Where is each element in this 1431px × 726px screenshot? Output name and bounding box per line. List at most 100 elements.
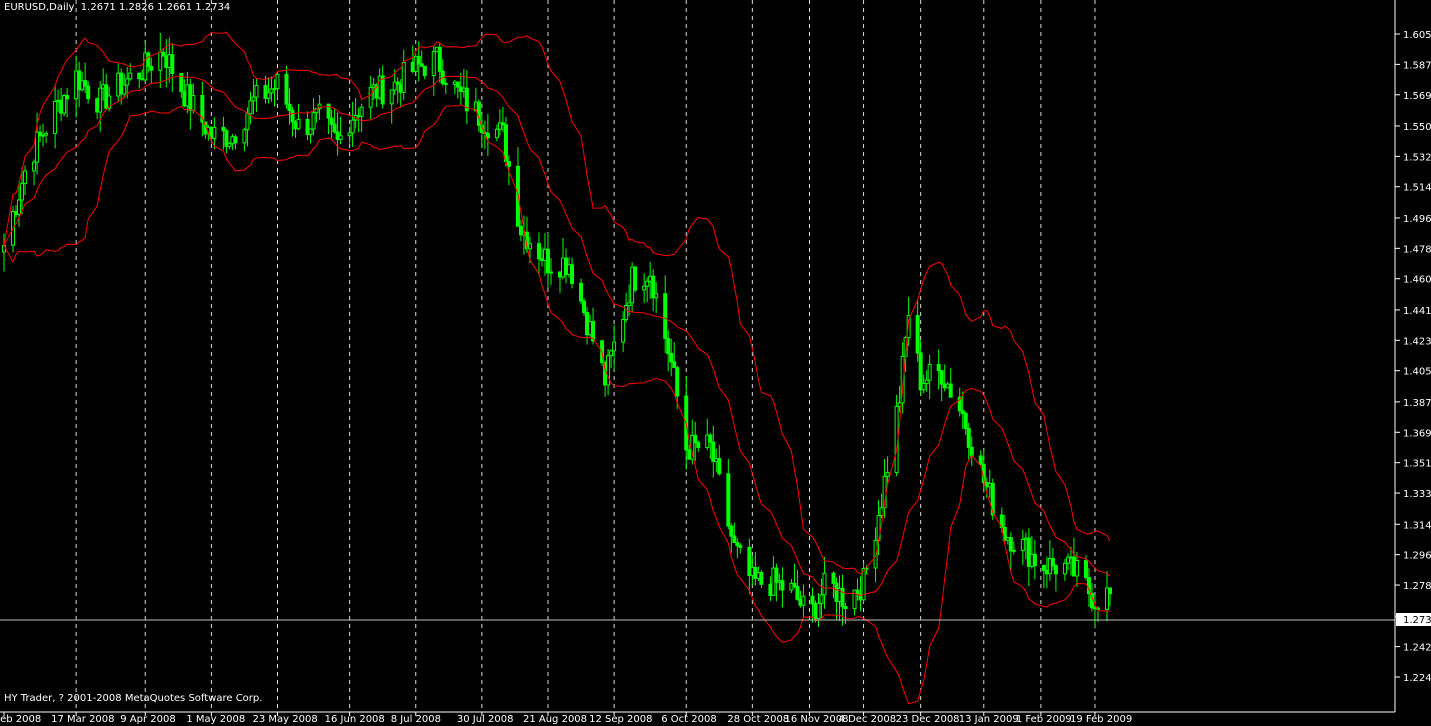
- candle-body: [1083, 560, 1088, 579]
- candle-body: [843, 606, 848, 609]
- candle-body: [35, 131, 40, 163]
- candle-body: [948, 383, 953, 398]
- x-tick-label: 21 Aug 2008: [523, 714, 587, 725]
- symbol-timeframe: EURUSD,Daily: [4, 2, 75, 13]
- candle-body: [966, 428, 971, 448]
- candle-body: [122, 84, 127, 95]
- candle-body: [732, 535, 737, 544]
- x-tick-label: 8 Jul 2008: [391, 714, 441, 725]
- x-tick-label: 23 Dec 2008: [896, 714, 960, 725]
- candle-body: [642, 285, 647, 291]
- candle-body: [98, 87, 103, 113]
- candle-body: [816, 602, 821, 620]
- candle-body: [921, 382, 926, 391]
- x-tick-label: 16 Jun 2008: [325, 714, 385, 725]
- candle-body: [795, 586, 800, 600]
- chart-background: [0, 0, 1431, 726]
- candle-body: [570, 264, 575, 284]
- y-tick-label: 1.3690: [1403, 428, 1431, 439]
- candle-body: [885, 471, 890, 477]
- candle-body: [609, 350, 614, 357]
- candle-body: [287, 103, 292, 112]
- candle-body: [654, 293, 659, 299]
- candle-body: [633, 266, 638, 291]
- price-chart[interactable]: 1.6050 1.5870 1.5690 1.5505 1.5325 1.5145 1.49…: [0, 0, 1431, 726]
- candle-body: [663, 293, 668, 339]
- candle-body: [17, 199, 22, 215]
- candle-body: [915, 315, 920, 354]
- candle-body: [822, 572, 827, 596]
- candle-body: [624, 304, 629, 321]
- candle-body: [494, 128, 499, 139]
- x-tick-label: 4 Dec 2008: [839, 714, 897, 725]
- x-tick-label: 30 Jul 2008: [457, 714, 514, 725]
- candle-body: [389, 89, 394, 105]
- y-tick-label: 1.5690: [1403, 91, 1431, 102]
- current-price-tag: 1.2734: [1396, 613, 1431, 626]
- x-axis-ticks: 22 Feb 2008 17 Mar 2008 9 Apr 2008 1 May 20…: [0, 712, 1132, 725]
- candle-body: [579, 282, 584, 302]
- candle-body: [1041, 565, 1046, 571]
- candle-body: [83, 80, 88, 87]
- candle-body: [1008, 537, 1013, 552]
- candle-body: [416, 55, 421, 65]
- candle-body: [146, 52, 151, 68]
- y-tick-label: 1.4415: [1403, 306, 1431, 317]
- candle-body: [20, 182, 25, 201]
- candle-body: [275, 73, 280, 90]
- y-tick-label: 1.3330: [1403, 489, 1431, 500]
- candle-body: [819, 594, 824, 604]
- candle-body: [128, 72, 133, 80]
- candle-body: [666, 337, 671, 355]
- candle-body: [170, 54, 175, 74]
- candle-body: [437, 46, 442, 72]
- candle-body: [1011, 549, 1016, 552]
- candle-body: [527, 243, 532, 250]
- candle-body: [485, 132, 490, 139]
- y-tick-label: 1.5325: [1403, 152, 1431, 163]
- y-tick-label: 1.2240: [1403, 673, 1431, 684]
- candle-body: [308, 128, 313, 135]
- candle-body: [1062, 562, 1067, 575]
- candle-body: [936, 363, 941, 372]
- candle-body: [978, 455, 983, 465]
- candle-body: [266, 92, 271, 99]
- candle-body: [1020, 538, 1025, 551]
- x-tick-label: 12 Sep 2008: [589, 714, 652, 725]
- candle-body: [927, 363, 932, 381]
- candle-body: [368, 86, 373, 108]
- current-price-label: 1.2734: [1403, 615, 1431, 626]
- candle-body: [137, 72, 142, 80]
- candle-body: [738, 545, 743, 548]
- candle-body: [53, 100, 58, 134]
- candle-body: [44, 132, 49, 136]
- candle-body: [248, 100, 253, 115]
- candle-body: [675, 367, 680, 397]
- candle-body: [149, 66, 154, 71]
- candle-body: [1053, 565, 1058, 575]
- candle-body: [708, 434, 713, 443]
- candle-body: [290, 110, 295, 123]
- y-tick-label: 1.5145: [1403, 183, 1431, 194]
- candle-body: [431, 51, 436, 77]
- candle-body: [696, 442, 701, 449]
- x-tick-label: 28 Oct 2008: [727, 714, 789, 725]
- y-tick-label: 1.2965: [1403, 551, 1431, 562]
- candle-body: [191, 94, 196, 111]
- y-tick-label: 1.3510: [1403, 459, 1431, 470]
- y-tick-label: 1.3870: [1403, 398, 1431, 409]
- candle-body: [65, 95, 70, 100]
- y-tick-label: 1.4960: [1403, 214, 1431, 225]
- y-tick-label: 1.3145: [1403, 520, 1431, 531]
- x-tick-label: 6 Oct 2008: [661, 714, 716, 725]
- candle-body: [86, 85, 91, 100]
- candle-body: [1074, 560, 1079, 577]
- candle-body: [506, 160, 511, 167]
- candle-body: [717, 458, 722, 475]
- y-tick-label: 1.4600: [1403, 275, 1431, 286]
- candle-body: [23, 170, 28, 184]
- x-tick-label: 1 Feb 2009: [1016, 714, 1072, 725]
- candle-body: [311, 112, 316, 130]
- candle-body: [284, 73, 289, 105]
- candle-body: [729, 525, 734, 537]
